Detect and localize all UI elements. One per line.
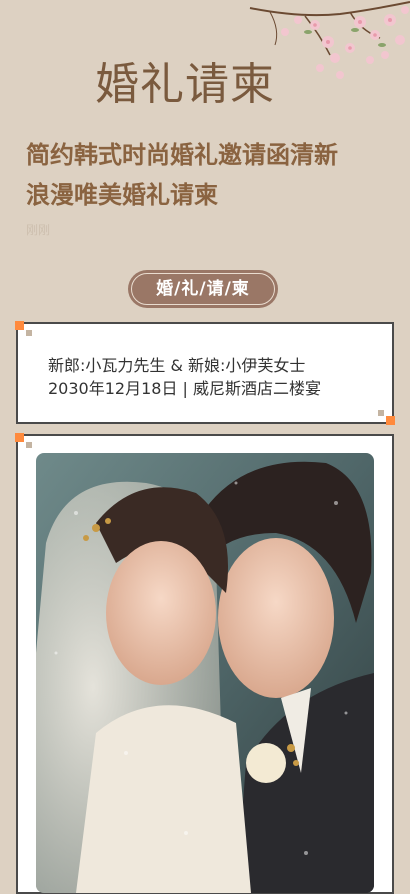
date-venue: 2030年12月18日 | 威尼斯酒店二楼宴 [48, 379, 322, 398]
page-header-title: 婚礼请柬 [95, 59, 275, 110]
wedding-info-card: 新郎:小瓦力先生 & 新娘:小伊芙女士 2030年12月18日 | 威尼斯酒店二… [15, 321, 395, 425]
bride-and-groom-photo[interactable] [36, 453, 374, 893]
section-badge: 婚/礼/请/柬 [125, 267, 285, 311]
badge-pill: 婚/礼/请/柬 [128, 270, 278, 308]
couple-names: 新郎:小瓦力先生 & 新娘:小伊芙女士 [48, 356, 306, 375]
corner-accent-tan [26, 442, 32, 448]
wedding-photo-card [15, 433, 394, 894]
article-title-line2: 浪漫唯美婚礼请柬 [26, 181, 218, 209]
corner-accent-orange [15, 433, 24, 442]
author-link[interactable]: 刚刚 [26, 221, 50, 238]
article-title: 简约韩式时尚婚礼邀请函清新 浪漫唯美婚礼请柬 [26, 135, 386, 215]
corner-accent-orange [15, 321, 24, 330]
article-title-line1: 简约韩式时尚婚礼邀请函清新 [26, 141, 338, 169]
corner-accent-tan [26, 330, 32, 336]
corner-accent-orange [386, 416, 395, 425]
corner-accent-tan [378, 410, 384, 416]
badge-label: 婚/礼/请/柬 [156, 279, 250, 299]
